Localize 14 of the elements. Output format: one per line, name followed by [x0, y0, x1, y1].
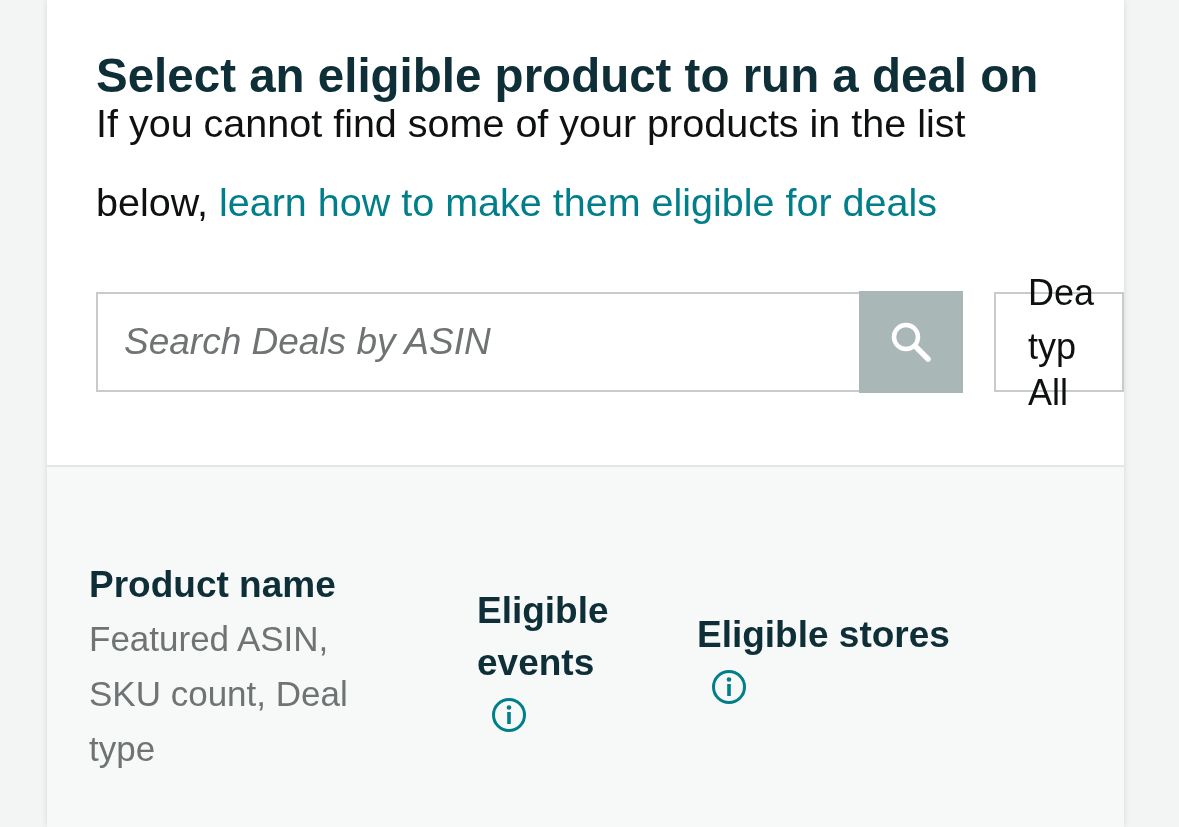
column-header: Eligible events — [477, 589, 610, 685]
column-header: Product name — [89, 563, 337, 607]
search-field[interactable]: Search Deals by ASIN — [96, 292, 859, 392]
dropdown-label: Dea — [1028, 274, 1095, 312]
column-subtitle: Featured ASIN, SKU count, Deal type — [89, 618, 349, 770]
dropdown-value: All — [1028, 374, 1068, 412]
eligibility-link[interactable]: learn how to make them eligible for deals — [219, 180, 937, 224]
dropdown-label: typ — [1028, 328, 1077, 366]
help-text: If you cannot find some of your products in the list below, learn how to make them eligible for deals — [96, 101, 967, 226]
info-icon[interactable] — [491, 697, 527, 733]
info-icon[interactable] — [711, 669, 747, 705]
deal-type-dropdown[interactable]: Dea typ All — [994, 272, 1124, 412]
page-title: Select an eligible product to run a deal on — [96, 50, 1040, 102]
column-header: Eligible stores — [697, 613, 951, 657]
